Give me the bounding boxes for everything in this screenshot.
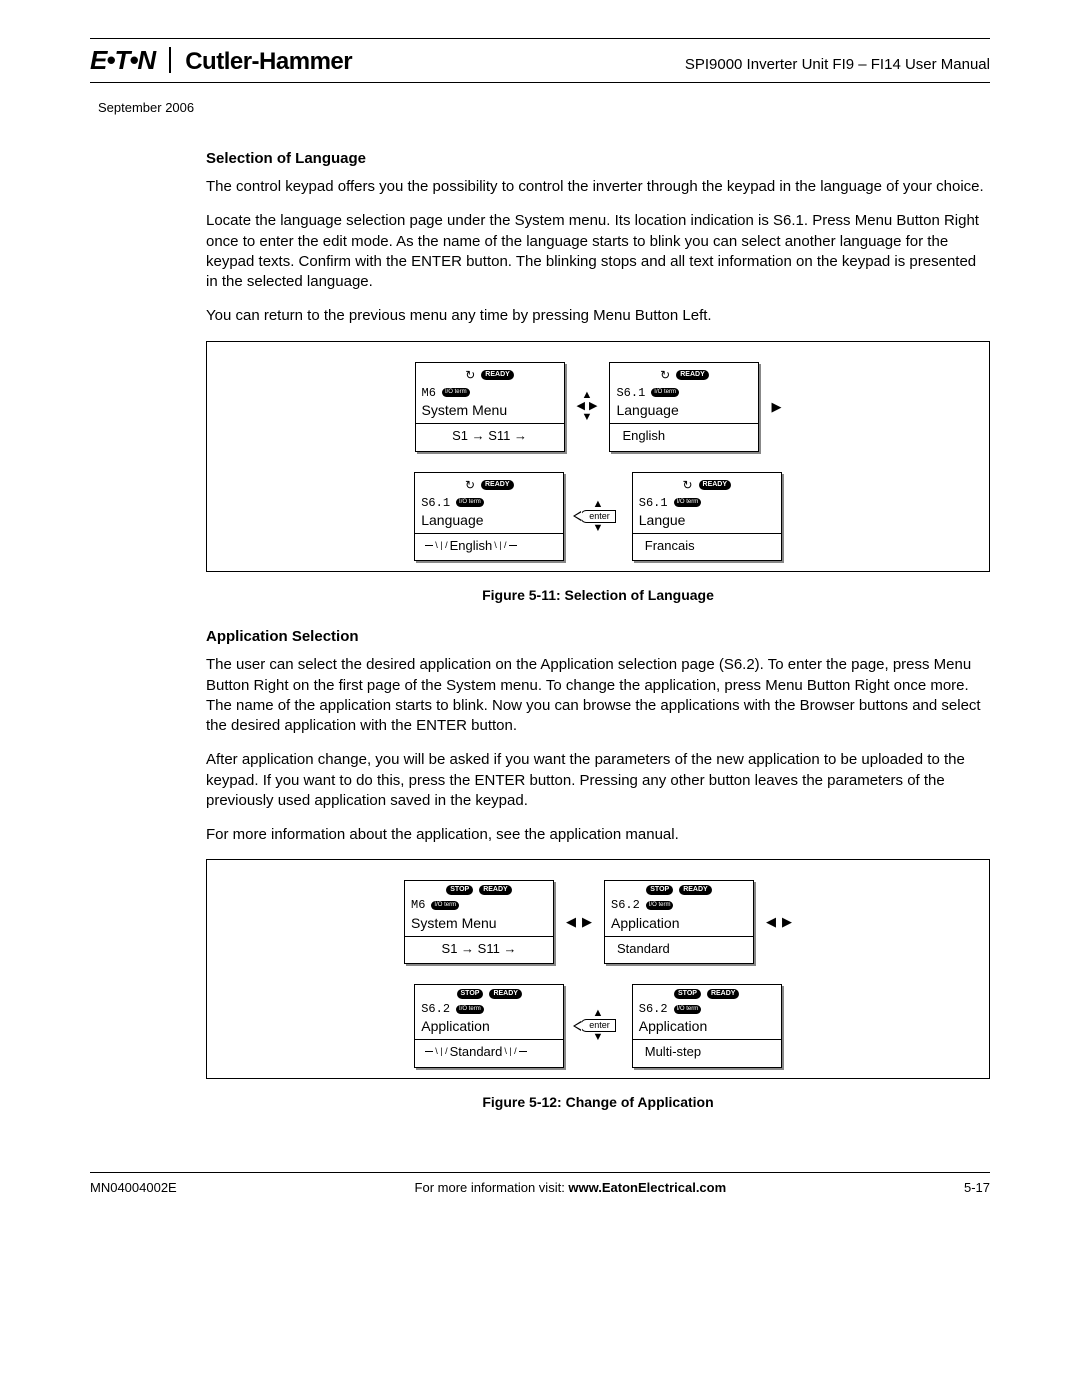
rotate-icon: ↻ [682,477,692,493]
io-badge: I/O term [456,498,484,507]
io-badge: I/O term [651,388,679,397]
figure-caption: Figure 5-11: Selection of Language [206,586,990,605]
io-badge: I/O term [646,901,674,910]
para: After application change, you will be as… [206,750,990,811]
io-badge: I/O term [674,498,702,507]
value-text: English [616,427,752,445]
main-content: Selection of Language The control keypad… [206,149,990,1112]
footer-text: For more information visit: [415,1180,569,1195]
ready-badge: READY [707,989,740,999]
ready-badge: READY [481,480,514,490]
menu-title: Application [639,1017,775,1036]
keypad-screen: STOP READY S6.2 I/O term Application Mul… [632,984,782,1068]
para: You can return to the previous menu any … [206,306,990,326]
keypad-screen: STOP READY M6 I/O term System Menu S1 → … [404,880,554,964]
date: September 2006 [98,99,990,117]
keypad-screen: ↻ READY S6.1 I/O term Language \ | / Eng… [414,472,564,562]
keypad-screen: ↻ READY S6.1 I/O term Langue Francais [632,472,782,562]
range-text: S1 → S11 → [411,940,547,958]
io-badge: I/O term [674,1005,702,1014]
divider [169,47,171,73]
stop-badge: STOP [674,989,701,999]
brand-name: Cutler-Hammer [185,46,352,78]
keypad-screen: ↻ READY M6 I/O term System Menu S1 → S11… [415,362,565,452]
figure-caption: Figure 5-12: Change of Application [206,1093,990,1112]
para: The control keypad offers you the possib… [206,177,990,197]
rotate-icon: ↻ [465,367,475,383]
para: The user can select the desired applicat… [206,655,990,736]
value-text: Francais [639,537,775,555]
menu-code: S6.1 [421,495,450,511]
menu-title: Application [421,1017,557,1036]
blinking-value: English [450,537,493,555]
io-badge: I/O term [442,388,470,397]
section-heading-language: Selection of Language [206,149,990,169]
menu-title: System Menu [411,914,547,933]
rotate-icon: ↻ [660,367,670,383]
io-badge: I/O term [431,901,459,910]
menu-title: System Menu [422,401,558,420]
figure-5-12: STOP READY M6 I/O term System Menu S1 → … [206,859,990,1078]
menu-code: S6.1 [639,495,668,511]
section-heading-application: Application Selection [206,627,990,647]
ready-badge: READY [679,885,712,895]
range-text: S1 → S11 → [422,427,558,445]
io-badge: I/O term [456,1005,484,1014]
page-header: E•T•N Cutler-Hammer SPI9000 Inverter Uni… [90,43,990,78]
keypad-screen: STOP READY S6.2 I/O term Application \ |… [414,984,564,1068]
doc-number: MN04004002E [90,1179,177,1197]
figure-5-11: ↻ READY M6 I/O term System Menu S1 → S11… [206,341,990,573]
ready-badge: READY [489,989,522,999]
enter-key: enter [580,510,616,523]
value-text: Multi-step [639,1043,775,1061]
nav-keys-enter: ▲ enter ▼ [576,1008,620,1043]
menu-title: Language [421,511,557,530]
menu-code: M6 [422,385,436,401]
footer-url: www.EatonElectrical.com [568,1180,726,1195]
stop-badge: STOP [646,885,673,895]
menu-title: Language [616,401,752,420]
stop-badge: STOP [457,989,484,999]
ready-badge: READY [699,480,732,490]
right-arrow-icon: ▶ [771,398,781,416]
nav-keys-enter: ▲ enter ▼ [576,499,620,534]
page-number: 5-17 [964,1179,990,1197]
lr-arrows: ◀▶ [766,913,792,931]
ready-badge: READY [676,370,709,380]
ready-badge: READY [481,370,514,380]
para: Locate the language selection page under… [206,211,990,292]
menu-code: S6.1 [616,385,645,401]
menu-title: Application [611,914,747,933]
eaton-logo: E•T•N [90,43,155,78]
menu-code: S6.2 [611,897,640,913]
menu-code: S6.2 [639,1001,668,1017]
menu-code: S6.2 [421,1001,450,1017]
nav-keys: ▲ ◀▶ ▼ [577,390,598,423]
stop-badge: STOP [446,885,473,895]
menu-title: Langue [639,511,775,530]
blinking-value: Standard [450,1043,503,1061]
lr-arrows: ◀▶ [566,913,592,931]
rotate-icon: ↻ [465,477,475,493]
keypad-screen: ↻ READY S6.1 I/O term Language English [609,362,759,452]
enter-key: enter [580,1019,616,1032]
keypad-screen: STOP READY S6.2 I/O term Application Sta… [604,880,754,964]
menu-code: M6 [411,897,425,913]
ready-badge: READY [479,885,512,895]
para: For more information about the applicati… [206,825,990,845]
value-text: Standard [611,940,747,958]
doc-title: SPI9000 Inverter Unit FI9 – FI14 User Ma… [685,55,990,75]
page-footer: MN04004002E For more information visit: … [90,1172,990,1197]
